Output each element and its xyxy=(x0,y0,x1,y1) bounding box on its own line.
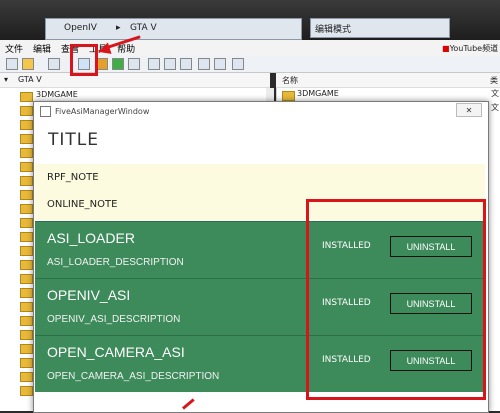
new-icon[interactable] xyxy=(6,58,18,70)
menu-file[interactable]: 文件 xyxy=(0,42,28,55)
youtube-link[interactable]: ■YouTube频道 xyxy=(442,43,498,54)
copy-icon[interactable] xyxy=(198,58,210,70)
annotation-highlight-uninstall xyxy=(306,199,486,400)
path-segment-game[interactable]: GTA V xyxy=(130,23,157,33)
folder-icon xyxy=(20,274,33,284)
asi-description: OPEN_CAMERA_ASI_DESCRIPTION xyxy=(47,371,220,382)
open-folder-icon[interactable] xyxy=(22,58,34,70)
list-header: 名称 类 xyxy=(276,73,500,88)
folder-icon xyxy=(20,386,33,396)
mode-indicator[interactable]: 编辑模式 xyxy=(310,18,450,38)
folder-icon xyxy=(20,372,33,382)
folder-icon xyxy=(20,344,33,354)
export-icon[interactable] xyxy=(214,58,226,70)
properties-icon[interactable] xyxy=(232,58,244,70)
path-separator-icon: ▸ xyxy=(116,23,121,33)
expand-icon[interactable]: ▾ xyxy=(4,75,8,84)
window-icon xyxy=(40,105,51,117)
folder-icon xyxy=(20,288,33,298)
address-bar[interactable]: OpenIV ▸ GTA V xyxy=(45,18,302,40)
refresh-icon[interactable] xyxy=(48,58,60,70)
asi-name: ASI_LOADER xyxy=(47,230,135,246)
folder-icon xyxy=(20,134,33,144)
folder-icon xyxy=(20,204,33,214)
play-icon[interactable] xyxy=(112,58,124,70)
folder-icon xyxy=(20,106,33,116)
online-note: ONLINE_NOTE xyxy=(47,199,118,210)
folder-icon xyxy=(20,358,33,368)
folder-icon xyxy=(282,91,295,101)
asi-name: OPENIV_ASI xyxy=(47,287,131,303)
list-type-fragment: 文 xyxy=(491,89,499,98)
document-icon[interactable] xyxy=(164,58,176,70)
list-item-label[interactable]: 3DMGAME xyxy=(297,89,339,98)
tree-root-label[interactable]: GTA V xyxy=(18,75,42,84)
list-type-fragment: 文 xyxy=(491,103,499,112)
close-button[interactable]: ✕ xyxy=(456,103,482,117)
folder-icon xyxy=(20,246,33,256)
folder-icon xyxy=(20,120,33,130)
folder-icon xyxy=(20,260,33,270)
save-icon[interactable] xyxy=(128,58,140,70)
tree-header: ▾ GTA V xyxy=(0,73,270,88)
annotation-highlight-toolbar xyxy=(70,44,98,76)
close-icon: ✕ xyxy=(465,105,473,115)
asi-name: OPEN_CAMERA_ASI xyxy=(47,344,185,360)
folder-icon xyxy=(20,232,33,242)
folder-icon xyxy=(20,190,33,200)
folder-icon xyxy=(20,330,33,340)
rpf-note: RPF_NOTE xyxy=(47,172,99,183)
menu-edit[interactable]: 编辑 xyxy=(28,42,56,55)
mode-label: 编辑模式 xyxy=(315,24,352,35)
dialog-window-title: FiveAsiManagerWindow xyxy=(55,106,150,116)
path-segment-app[interactable]: OpenIV xyxy=(64,23,97,33)
asi-description: ASI_LOADER_DESCRIPTION xyxy=(47,257,184,268)
asi-description: OPENIV_ASI_DESCRIPTION xyxy=(47,314,181,325)
type-column-header[interactable]: 类 xyxy=(490,75,498,86)
folder-icon xyxy=(20,92,33,102)
folder-icon xyxy=(20,316,33,326)
folder-icon xyxy=(20,176,33,186)
folder-icon xyxy=(20,162,33,172)
folder-icon xyxy=(20,218,33,228)
search-icon[interactable] xyxy=(148,58,160,70)
dialog-title-bar: FiveAsiManagerWindow xyxy=(34,102,486,120)
folder-icon xyxy=(20,302,33,312)
dialog-title: TITLE xyxy=(48,130,99,150)
name-column-header[interactable]: 名称 xyxy=(282,75,298,86)
folder-icon xyxy=(20,148,33,158)
tree-item-label[interactable]: 3DMGAME xyxy=(36,90,78,99)
youtube-icon: ■ xyxy=(442,44,450,53)
document-icon[interactable] xyxy=(180,58,192,70)
